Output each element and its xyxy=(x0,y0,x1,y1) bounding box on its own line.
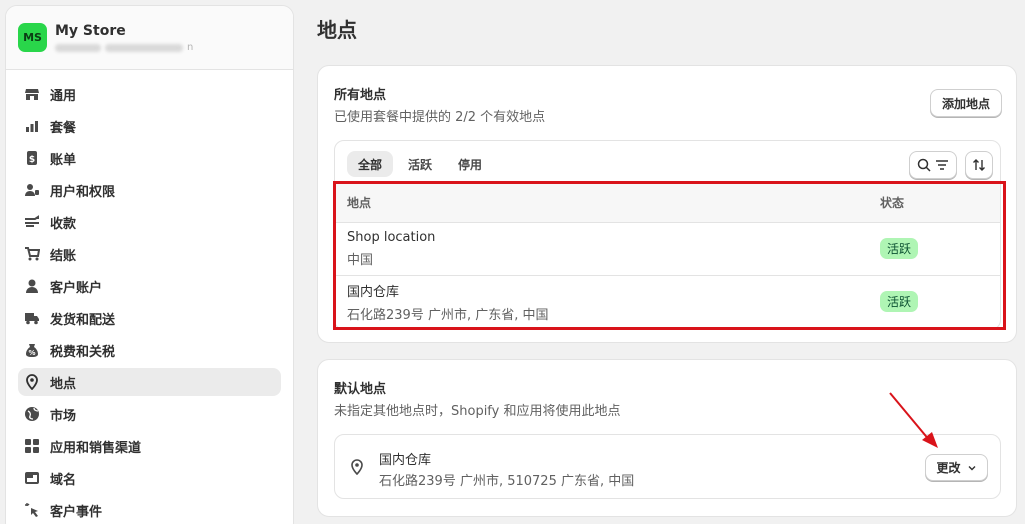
sidebar-item-label: 收款 xyxy=(50,216,77,232)
redacted-text xyxy=(55,44,101,52)
page-title: 地点 xyxy=(317,18,357,42)
sidebar-item-payments[interactable]: 收款 xyxy=(18,208,281,236)
column-header-location[interactable]: 地点 xyxy=(335,184,876,223)
change-button-label: 更改 xyxy=(936,461,961,475)
change-default-location-button[interactable]: 更改 xyxy=(925,454,988,481)
sidebar-item-apps[interactable]: 应用和销售渠道 xyxy=(18,432,281,460)
location-address: 石化路239号 广州市, 广东省, 中国 xyxy=(347,307,549,323)
sidebar-item-label: 发货和配送 xyxy=(50,312,116,328)
sidebar-item-label: 套餐 xyxy=(50,120,77,136)
person-icon xyxy=(24,278,40,294)
default-location-card: 默认地点 未指定其他地点时，Shopify 和应用将使用此地点 国内仓库 石化路… xyxy=(317,359,1017,517)
sidebar-item-label: 通用 xyxy=(50,88,77,104)
svg-text:$: $ xyxy=(29,155,35,165)
sidebar-item-label: 应用和销售渠道 xyxy=(50,440,142,456)
location-pin-icon xyxy=(351,459,363,475)
store-icon xyxy=(24,86,40,102)
locations-table-panel: 全部 活跃 停用 地点 状态 Shop location 中国 活跃 国内仓库 … xyxy=(334,140,1001,330)
table-row[interactable]: Shop location 中国 活跃 xyxy=(335,222,1000,276)
bill-icon: $ xyxy=(24,150,40,166)
sidebar-item-label: 结账 xyxy=(50,248,77,264)
sidebar-item-label: 用户和权限 xyxy=(50,184,116,200)
sidebar-item-users[interactable]: 用户和权限 xyxy=(18,176,281,204)
sidebar-item-domains[interactable]: 域名 xyxy=(18,464,281,492)
svg-text:%: % xyxy=(28,349,35,357)
sidebar-item-label: 域名 xyxy=(50,472,77,488)
tab-active[interactable]: 活跃 xyxy=(397,151,443,177)
filter-icon xyxy=(936,160,948,170)
pointer-icon xyxy=(24,502,40,518)
location-name: 国内仓库 xyxy=(347,284,400,300)
store-avatar: MS xyxy=(18,23,47,52)
sidebar-item-locations[interactable]: 地点 xyxy=(18,368,281,396)
sidebar-item-shipping[interactable]: 发货和配送 xyxy=(18,304,281,332)
card-subtitle: 已使用套餐中提供的 2/2 个有效地点 xyxy=(334,110,546,125)
table-row[interactable]: 国内仓库 石化路239号 广州市, 广东省, 中国 活跃 xyxy=(335,275,1000,328)
store-url-tail: n xyxy=(187,42,194,53)
store-name: My Store xyxy=(55,23,126,39)
sidebar-item-billing[interactable]: $ 账单 xyxy=(18,144,281,172)
sidebar-item-taxes[interactable]: % 税费和关税 xyxy=(18,336,281,364)
sidebar-item-label: 地点 xyxy=(50,376,77,392)
filter-tabs: 全部 活跃 停用 xyxy=(347,151,493,177)
card-title: 所有地点 xyxy=(334,88,387,103)
status-badge: 活跃 xyxy=(880,291,919,313)
locations-table: 地点 状态 Shop location 中国 活跃 国内仓库 石化路239号 广… xyxy=(335,184,1000,328)
store-header[interactable]: MS My Store n xyxy=(6,6,293,70)
location-address: 中国 xyxy=(347,252,374,268)
sidebar-item-label: 客户账户 xyxy=(50,280,103,296)
card-subtitle: 未指定其他地点时，Shopify 和应用将使用此地点 xyxy=(334,404,621,419)
sidebar-item-checkout[interactable]: 结账 xyxy=(18,240,281,268)
sidebar-item-label: 市场 xyxy=(50,408,77,424)
users-icon xyxy=(24,182,40,198)
default-location-address: 石化路239号 广州市, 510725 广东省, 中国 xyxy=(379,474,635,489)
status-badge: 活跃 xyxy=(880,238,919,259)
domain-icon xyxy=(24,470,40,486)
sidebar-item-plan[interactable]: 套餐 xyxy=(18,112,281,140)
truck-icon xyxy=(24,310,40,326)
default-location-name: 国内仓库 xyxy=(379,453,432,468)
tab-all[interactable]: 全部 xyxy=(347,151,394,177)
store-url-redacted: n xyxy=(55,42,194,53)
sidebar-item-markets[interactable]: 市场 xyxy=(18,400,281,428)
settings-nav: 通用 套餐 $ 账单 用户和权限 收款 结账 客户账户 发货和配送 % 税费和关… xyxy=(6,70,293,524)
location-name: Shop location xyxy=(347,229,436,245)
tax-icon: % xyxy=(24,342,40,358)
cart-icon xyxy=(24,246,40,262)
redacted-text xyxy=(105,44,183,52)
sidebar-item-label: 账单 xyxy=(50,152,77,168)
apps-icon xyxy=(24,438,40,454)
sidebar: MS My Store n 通用 套餐 $ 账单 用户和权限 收款 结账 客户账… xyxy=(5,5,294,524)
column-header-status[interactable]: 状态 xyxy=(876,184,1000,223)
sidebar-item-label: 客户事件 xyxy=(50,504,103,520)
sidebar-item-customer-events[interactable]: 客户事件 xyxy=(18,496,281,524)
tab-inactive[interactable]: 停用 xyxy=(447,151,493,177)
chart-icon xyxy=(24,118,40,134)
sort-icon xyxy=(973,159,985,171)
sort-button[interactable] xyxy=(965,151,993,179)
card-title: 默认地点 xyxy=(334,382,387,397)
default-location-box: 国内仓库 石化路239号 广州市, 510725 广东省, 中国 更改 xyxy=(334,434,1001,499)
all-locations-card: 所有地点 已使用套餐中提供的 2/2 个有效地点 添加地点 全部 活跃 停用 地… xyxy=(317,65,1017,343)
chevron-down-icon xyxy=(968,465,975,470)
add-location-button[interactable]: 添加地点 xyxy=(930,89,1002,117)
globe-icon xyxy=(24,406,40,422)
sidebar-item-label: 税费和关税 xyxy=(50,344,116,360)
search-filter-button[interactable] xyxy=(909,151,957,179)
location-icon xyxy=(24,374,40,390)
sidebar-item-general[interactable]: 通用 xyxy=(18,80,281,108)
sidebar-item-customer-accounts[interactable]: 客户账户 xyxy=(18,272,281,300)
search-icon xyxy=(917,158,931,172)
payments-icon xyxy=(24,214,40,230)
